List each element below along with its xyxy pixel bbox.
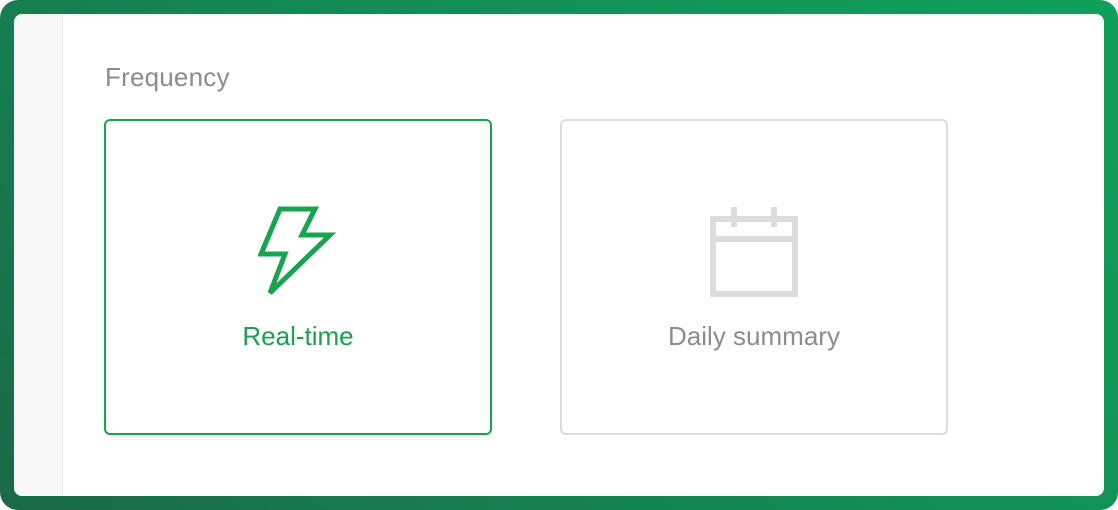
- option-daily-summary[interactable]: Daily summary: [560, 119, 948, 435]
- calendar-icon: [706, 205, 802, 301]
- option-label: Real-time: [242, 321, 354, 351]
- left-gutter: [14, 14, 63, 496]
- frequency-label: Frequency: [105, 62, 230, 92]
- option-label: Daily summary: [668, 321, 840, 351]
- lightning-bolt-icon: [250, 205, 346, 301]
- option-real-time[interactable]: Real-time: [104, 119, 492, 435]
- gradient-frame: Frequency Real-time Daily summary: [0, 0, 1118, 510]
- settings-panel: Frequency Real-time Daily summary: [14, 14, 1104, 496]
